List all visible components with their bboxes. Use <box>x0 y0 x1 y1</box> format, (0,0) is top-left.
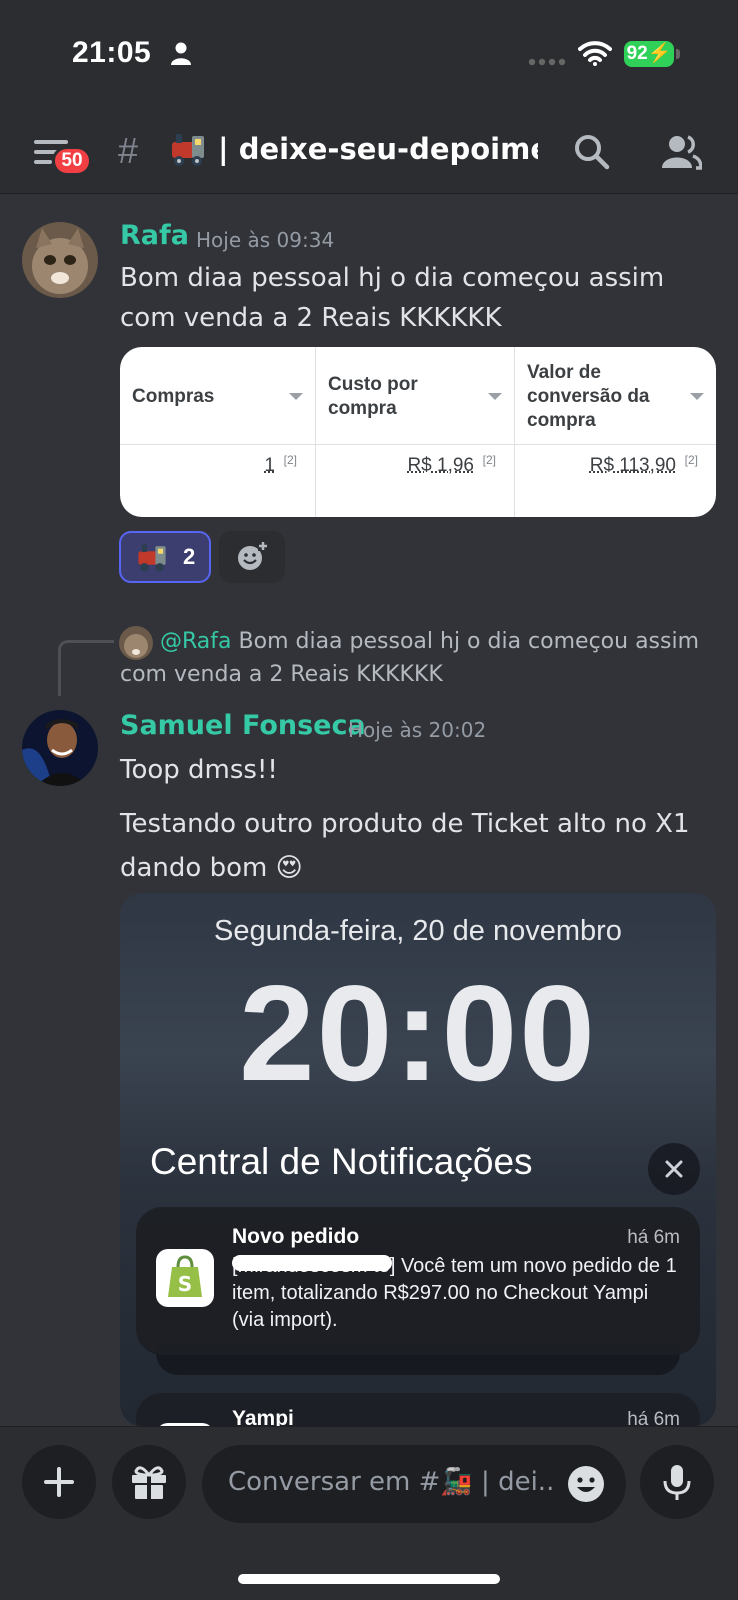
notification-title: Yampi <box>232 1407 294 1426</box>
lock-date: Segunda-feira, 20 de novembro <box>214 915 622 947</box>
cat-avatar-image <box>22 222 98 298</box>
reaction-count: 2 <box>183 544 196 569</box>
signal-dots-icon <box>528 58 566 66</box>
members-icon[interactable] <box>660 132 702 172</box>
channel-title[interactable]: | deixe-seu-depoimen... <box>218 132 538 166</box>
message-text: Testando outro produto de Ticket alto no… <box>120 809 690 883</box>
avatar-samuel[interactable] <box>22 710 98 786</box>
unread-badge: 50 <box>52 146 92 176</box>
notification-card: Yampi há 6m <box>136 1393 700 1426</box>
embedded-table-image[interactable]: Compras 1 [2] Custo por compra R$ 1,96 [… <box>120 347 716 517</box>
notification-title: Novo pedido <box>232 1225 360 1248</box>
status-bar: 21:05 92⚡ <box>0 0 738 110</box>
reply-mention[interactable]: @Rafa <box>160 629 232 654</box>
svg-text:S: S <box>178 1272 192 1296</box>
table-header-label: Custo por compra <box>328 374 418 419</box>
add-attachment-button[interactable] <box>22 1445 96 1519</box>
table-header: Custo por compra <box>316 347 514 445</box>
table-column: Custo por compra R$ 1,96 [2] <box>316 347 515 517</box>
table-cell: R$ 113,90 <box>589 455 676 476</box>
table-cell: R$ 1,96 <box>407 455 474 476</box>
table-column: Compras 1 [2] <box>120 347 316 517</box>
profile-photo <box>22 710 98 786</box>
train-icon <box>138 544 166 572</box>
voice-message-button[interactable] <box>640 1445 714 1519</box>
reply-preview[interactable]: @Rafa Bom diaa pessoal hj o dia começou … <box>120 625 720 691</box>
notification-card: S Novo pedido há 6m [Mirandoscosm to] Vo… <box>136 1207 700 1355</box>
close-button <box>648 1143 700 1195</box>
emoji-icon[interactable] <box>566 1464 606 1504</box>
notification-center-title: Central de Notificações <box>150 1141 533 1182</box>
message-text: Bom diaa pessoal hj o dia começou assim … <box>120 263 665 333</box>
avatar-rafa[interactable] <box>22 222 98 298</box>
table-header-label: Valor de conversão da compra <box>527 362 650 431</box>
input-placeholder: Conversar em #🚂 | dei.. <box>228 1467 555 1497</box>
channel-header: 50 # | deixe-seu-depoimen... <box>0 110 738 194</box>
microphone-icon <box>663 1465 691 1500</box>
channel-hash-icon: # <box>118 130 139 171</box>
battery-indicator: 92⚡ <box>624 41 674 67</box>
table-header: Valor de conversão da compra <box>515 347 716 445</box>
wifi-icon <box>578 41 612 66</box>
author-samuel[interactable]: Samuel Fonseca <box>120 710 366 741</box>
author-rafa[interactable]: Rafa <box>120 220 189 251</box>
sort-caret-icon <box>289 393 303 400</box>
redaction-mark <box>232 1255 392 1271</box>
table-column: Valor de conversão da compra R$ 113,90 [… <box>515 347 716 517</box>
reaction-train[interactable]: 2 <box>119 531 211 583</box>
table-cell: 1 <box>264 455 275 476</box>
lock-clock: 20:00 <box>239 957 597 1109</box>
status-time: 21:05 <box>72 36 152 69</box>
add-reaction-icon <box>238 541 268 570</box>
notification-time: há 6m <box>627 1227 680 1248</box>
home-indicator[interactable] <box>238 1574 500 1584</box>
table-note: [2] <box>684 453 698 467</box>
search-icon[interactable] <box>572 132 612 172</box>
table-header-label: Compras <box>132 386 215 407</box>
sort-caret-icon <box>690 393 704 400</box>
screenshot-attachment[interactable]: Segunda-feira, 20 de novembro 20:00 Cent… <box>120 893 716 1426</box>
add-reaction-button[interactable] <box>219 531 285 583</box>
table-note: [2] <box>283 453 297 467</box>
train-icon <box>172 134 204 166</box>
close-icon <box>665 1160 683 1178</box>
shopify-icon: S <box>156 1249 214 1307</box>
message-text: Toop dmss!! <box>120 755 278 785</box>
sort-caret-icon <box>488 393 502 400</box>
gift-button[interactable] <box>112 1445 186 1519</box>
notification-time: há 6m <box>627 1409 680 1426</box>
timestamp: Hoje às 09:34 <box>196 228 335 252</box>
table-header: Compras <box>120 347 315 445</box>
gift-icon <box>132 1466 166 1499</box>
person-icon <box>171 42 191 65</box>
reply-connector <box>58 640 114 696</box>
reply-avatar <box>119 626 153 660</box>
battery-tip <box>676 49 680 59</box>
timestamp: Hoje às 20:02 <box>348 718 487 742</box>
table-note: [2] <box>482 453 496 467</box>
message-input[interactable]: Conversar em #🚂 | dei.. <box>202 1445 626 1523</box>
plus-icon <box>44 1467 74 1497</box>
